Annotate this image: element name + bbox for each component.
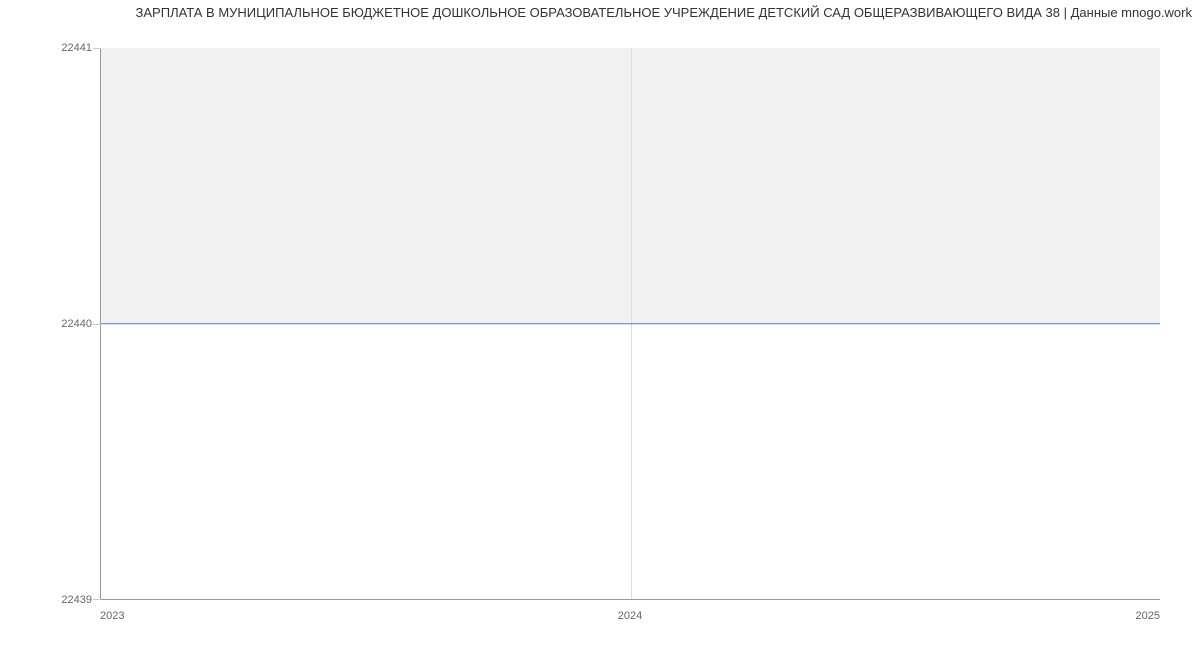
y-axis-label-top: 22441 (61, 42, 92, 54)
x-axis-label-2: 2024 (618, 610, 642, 622)
y-tick (93, 48, 101, 49)
y-tick (93, 324, 101, 325)
chart-title: ЗАРПЛАТА В МУНИЦИПАЛЬНОЕ БЮДЖЕТНОЕ ДОШКО… (136, 5, 1192, 20)
y-axis-label-mid: 22440 (61, 318, 92, 330)
x-axis-label-1: 2023 (100, 610, 124, 622)
plot-area (100, 48, 1160, 600)
chart-container: ЗАРПЛАТА В МУНИЦИПАЛЬНОЕ БЮДЖЕТНОЕ ДОШКО… (0, 0, 1200, 650)
x-axis-label-3: 2025 (1136, 610, 1160, 622)
data-line (101, 323, 1160, 324)
y-axis-label-bottom: 22439 (61, 594, 92, 606)
y-tick (93, 599, 101, 600)
